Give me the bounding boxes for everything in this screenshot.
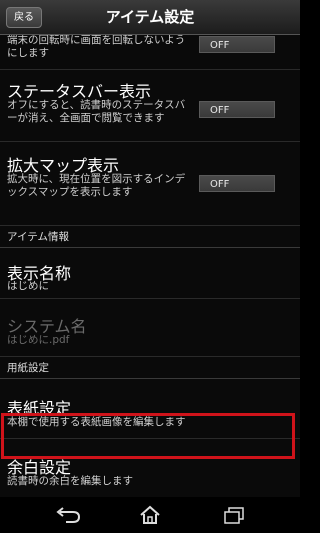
recent-apps-icon[interactable]: [214, 503, 254, 527]
rotation-lock-setting[interactable]: 端末の回転時に画面を回転しないようにします OFF: [0, 35, 300, 70]
rotation-lock-description: 端末の回転時に画面を回転しないようにします: [7, 35, 186, 59]
system-name-value: はじめに.pdf: [7, 334, 70, 346]
zoom-map-setting[interactable]: 拡大マップ表示 拡大時に、現在位置を図示するインデックスマップを表示します OF…: [0, 141, 300, 226]
rotation-lock-toggle[interactable]: OFF: [199, 36, 275, 53]
section-paper-settings-label: 用紙設定: [7, 362, 49, 374]
navigation-bar: [0, 497, 300, 533]
page-title: アイテム設定: [105, 8, 195, 26]
status-bar-setting[interactable]: ステータスバー表示 オフにすると、読書時のステータスバーが消え、全画面で閲覧でき…: [0, 69, 300, 142]
system-name-setting: システム名 はじめに.pdf: [0, 298, 300, 357]
status-bar-description: オフにすると、読書時のステータスバーが消え、全画面で閲覧できます: [7, 99, 186, 124]
section-item-info-label: アイテム情報: [7, 231, 69, 243]
zoom-map-description: 拡大時に、現在位置を図示するインデックスマップを表示します: [7, 173, 186, 198]
zoom-map-toggle[interactable]: OFF: [199, 175, 275, 192]
title-bar: 戻る アイテム設定: [0, 0, 300, 35]
back-icon[interactable]: [48, 503, 88, 527]
highlight-box: [1, 413, 295, 459]
status-bar-toggle[interactable]: OFF: [199, 101, 275, 118]
home-icon[interactable]: [130, 503, 170, 527]
display-name-value: はじめに: [7, 280, 49, 292]
display-name-setting[interactable]: 表示名称 はじめに: [0, 248, 300, 299]
margin-description: 読書時の余白を編集します: [7, 475, 133, 487]
section-item-info: アイテム情報: [0, 225, 300, 248]
section-paper-settings: 用紙設定: [0, 356, 300, 379]
